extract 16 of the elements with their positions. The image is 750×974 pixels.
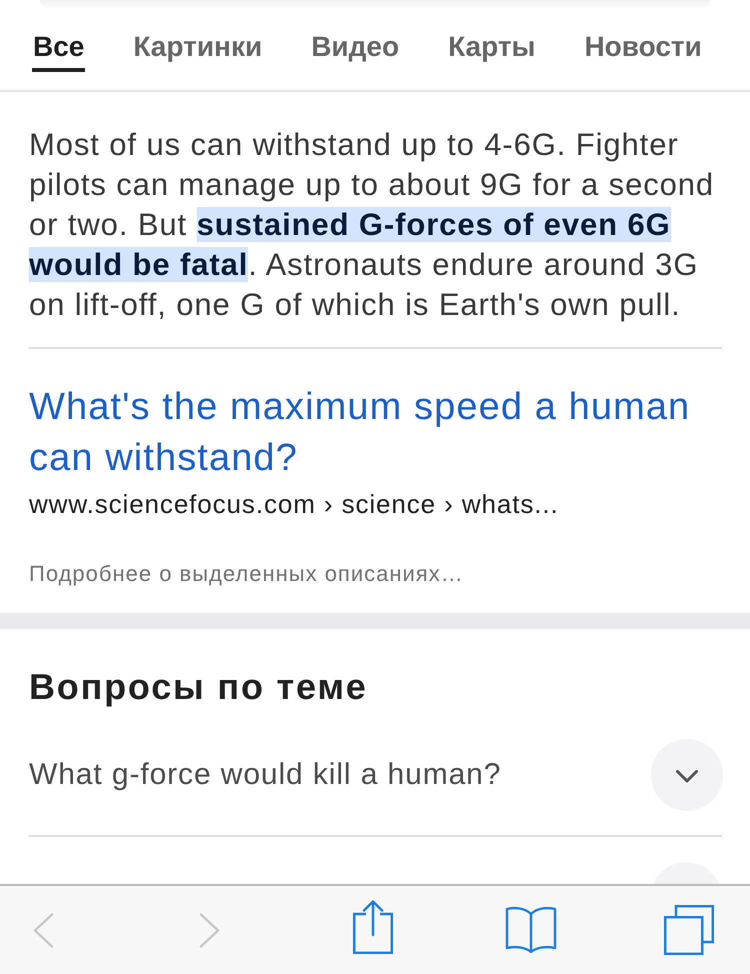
tab[interactable]: Видео [310, 24, 400, 72]
overlapping-squares-icon [664, 905, 714, 955]
tab[interactable]: Новости [583, 24, 703, 72]
question-text[interactable]: What g-force would kill a human? [29, 757, 502, 793]
snippet-text: Most of us can withstand up to 4-6G. Fighter pilots can manage up to about 9G for a second or two. But sustained G-forces of even 6G would be fatal. Astronauts endure around 3G on lift-off, one G of which is Earth's own pull. [29, 126, 716, 324]
open-book-icon [505, 906, 557, 954]
chevron-left-icon [32, 912, 54, 948]
tab[interactable]: Все [32, 24, 86, 72]
about-link[interactable]: Подробнее о выделенных описаниях… [29, 561, 464, 587]
share-icon [353, 900, 393, 954]
chevron-right-icon [198, 912, 220, 948]
section-heading: Вопросы по теме [29, 667, 368, 707]
tab[interactable]: Картинки [132, 24, 264, 72]
result-url: www.sciencefocus.com › science › whats... [29, 489, 560, 519]
result-title-link[interactable]: What's the maximum speed a human can withstand? [29, 382, 726, 484]
tab[interactable]: Карты [447, 24, 536, 72]
